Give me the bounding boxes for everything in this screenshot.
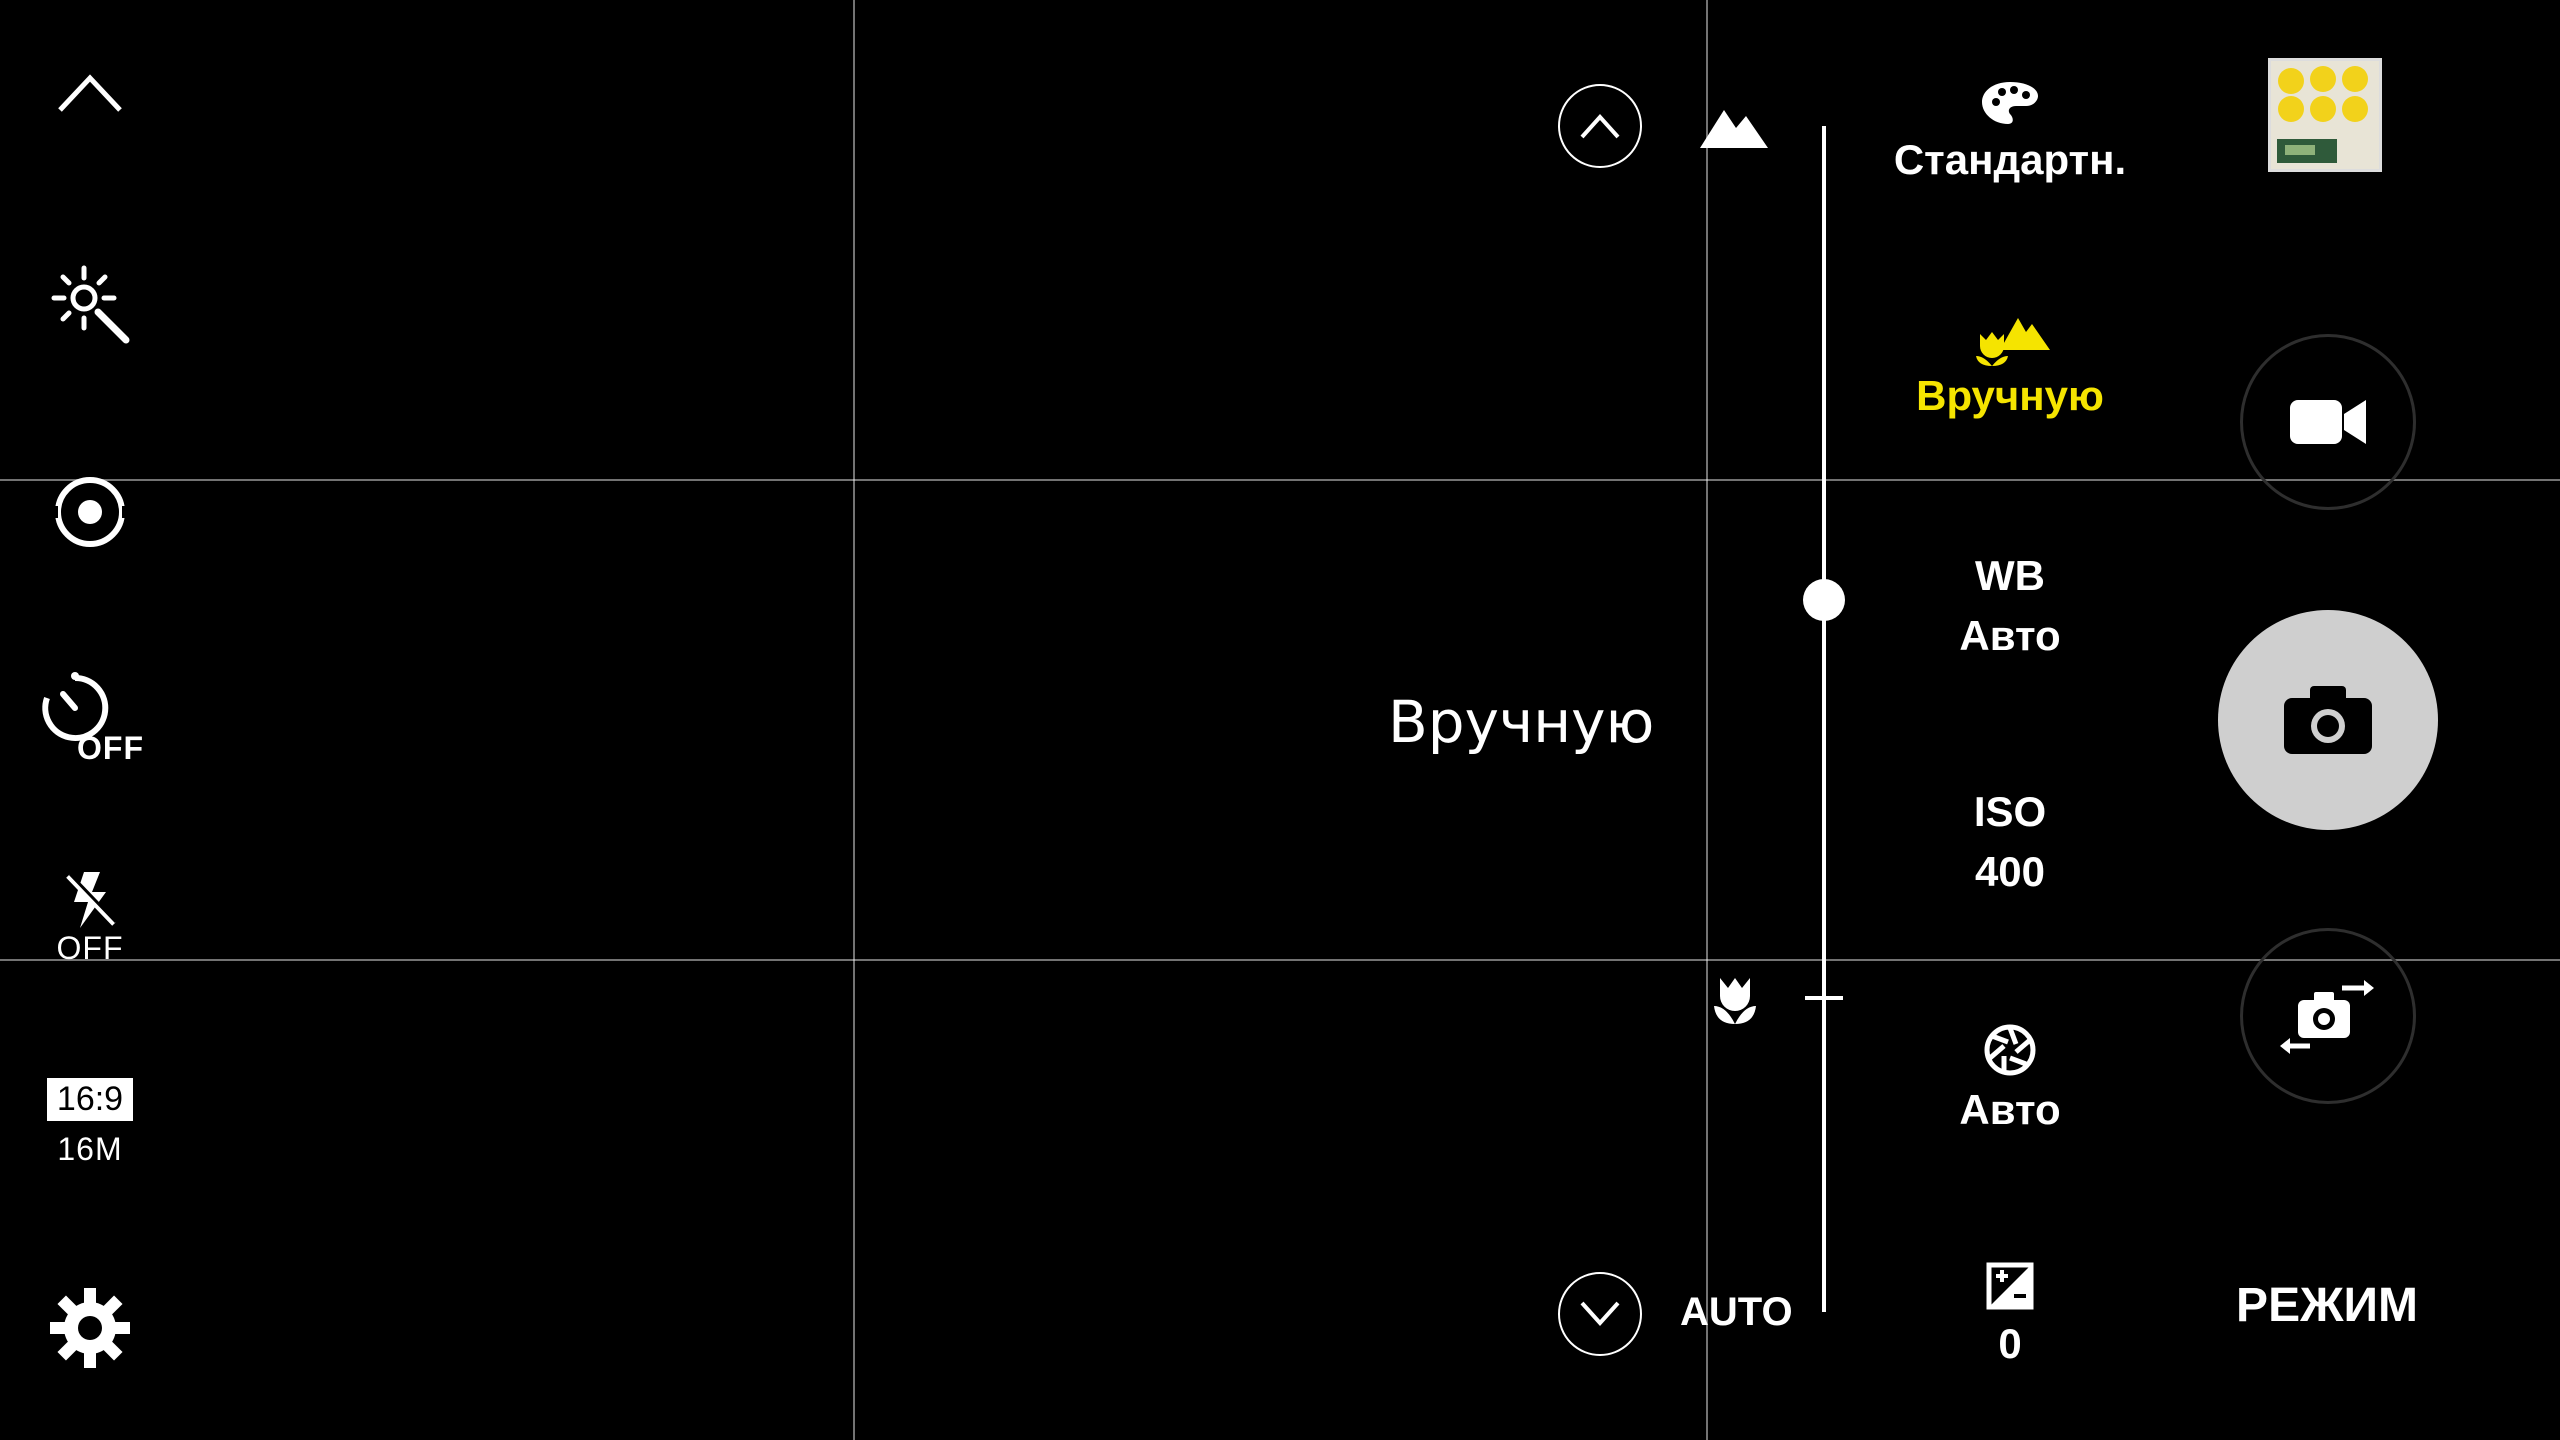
camera-icon — [2284, 686, 2372, 754]
focus-slider-macro-tick — [1805, 996, 1843, 1000]
magic-wand-icon — [51, 265, 130, 344]
flash-state-label: OFF — [56, 930, 124, 966]
exposure-setting[interactable]: 0 — [1860, 1262, 2160, 1374]
landscape-focus-icon — [1700, 104, 1768, 153]
aperture-icon — [1984, 1024, 2036, 1076]
focus-mode-label: Вручную — [1916, 372, 2104, 419]
iso-title: ISO — [1973, 788, 2047, 835]
gallery-thumbnail[interactable] — [2268, 58, 2382, 172]
focus-scroll-up-button[interactable] — [1558, 84, 1642, 168]
timer-button[interactable]: OFF — [40, 668, 143, 768]
wb-title: WB — [1975, 552, 2045, 599]
shutter-button[interactable] — [2218, 610, 2438, 830]
focus-slider-handle[interactable] — [1803, 579, 1845, 622]
manual-focus-icon — [1976, 318, 2050, 366]
collapse-button[interactable] — [40, 66, 140, 116]
shutter-speed-setting[interactable]: Авто — [1860, 1024, 2160, 1140]
grid-line-vertical-1 — [853, 0, 855, 1440]
iso-setting[interactable]: ISO 400 — [1860, 782, 2160, 902]
iso-value: 400 — [1974, 848, 2046, 895]
focus-slider-track[interactable] — [1822, 126, 1826, 1312]
metering-button[interactable] — [40, 470, 140, 554]
color-tone-setting[interactable]: Стандартн. — [1860, 80, 2160, 190]
focus-auto-label[interactable]: AUTO — [1680, 1290, 1793, 1335]
gear-icon — [50, 1288, 130, 1368]
grid-line-vertical-2 — [1706, 0, 1708, 1440]
resolution-label: 16M — [57, 1131, 123, 1167]
video-camera-icon — [2290, 400, 2366, 444]
grid-line-horizontal-1 — [0, 479, 2560, 481]
flash-off-icon — [66, 872, 118, 928]
chevron-up-icon — [58, 74, 122, 112]
chevron-up-icon — [1580, 114, 1620, 139]
metering-icon — [48, 477, 132, 547]
color-tone-label: Стандартн. — [1893, 136, 2127, 183]
aspect-ratio-badge: 16:9 — [46, 1078, 134, 1121]
gallery-preview-image — [2271, 61, 2379, 169]
record-video-button[interactable] — [2240, 334, 2416, 510]
mode-overlay-text: Вручную — [1388, 688, 1655, 756]
exposure-icon — [1986, 1262, 2034, 1310]
palette-icon — [1982, 82, 2038, 124]
exposure-value: 0 — [1998, 1320, 2022, 1367]
timer-state-label: OFF — [77, 730, 144, 766]
grid-line-horizontal-2 — [0, 959, 2560, 961]
flash-button[interactable]: OFF — [40, 868, 140, 967]
white-balance-setting[interactable]: WB Авто — [1860, 546, 2160, 666]
switch-camera-button[interactable] — [2240, 928, 2416, 1104]
chevron-down-icon — [1580, 1301, 1620, 1326]
effects-button[interactable] — [40, 262, 140, 346]
focus-mode-setting[interactable]: Вручную — [1860, 310, 2160, 426]
macro-focus-icon — [1710, 974, 1760, 1031]
picture-size-button[interactable]: 16:9 16M — [40, 1078, 140, 1168]
shutter-speed-value: Авто — [1959, 1086, 2061, 1133]
switch-camera-icon — [2280, 980, 2374, 1054]
mode-button[interactable]: РЕЖИМ — [2200, 1278, 2454, 1333]
settings-button[interactable] — [40, 1286, 140, 1370]
wb-value: Авто — [1959, 612, 2061, 659]
focus-scroll-down-button[interactable] — [1558, 1272, 1642, 1356]
